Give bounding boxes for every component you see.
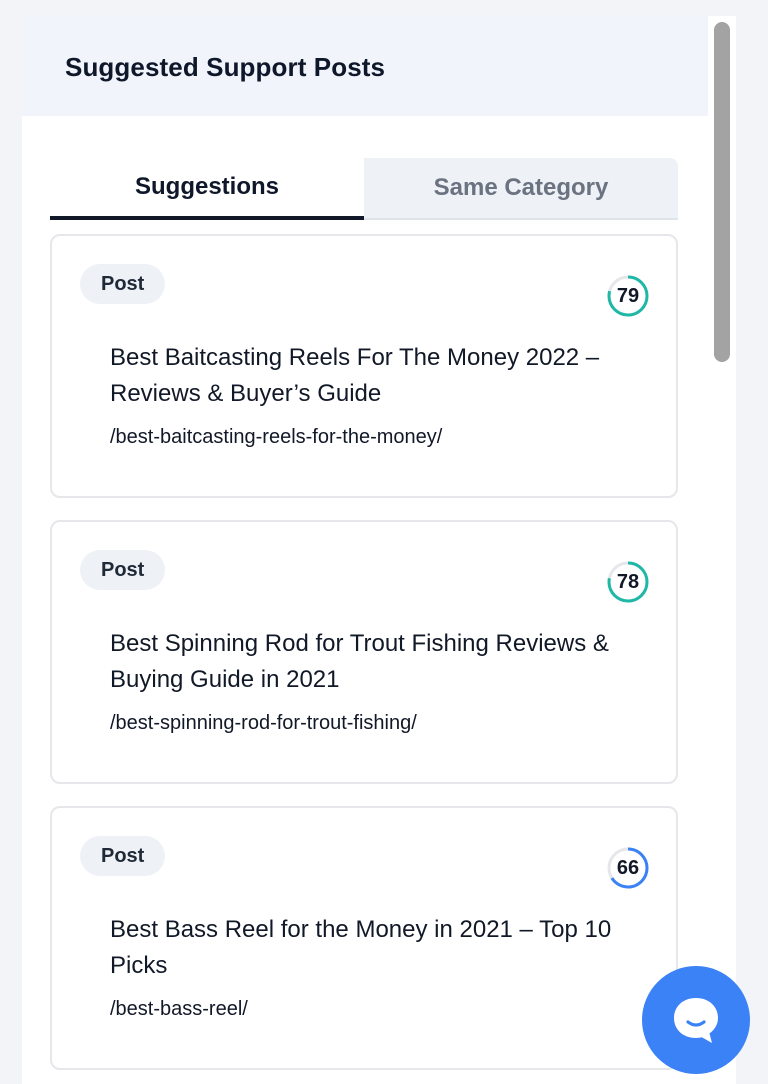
suggested-posts-panel: Suggested Support Posts Suggestions Same… [22, 16, 708, 1084]
panel-title: Suggested Support Posts [65, 52, 386, 82]
score-ring: 66 [606, 846, 650, 890]
post-url[interactable]: /best-spinning-rod-for-trout-fishing/ [110, 712, 417, 735]
score-ring: 79 [606, 274, 650, 318]
post-title[interactable]: Best Bass Reel for the Money in 2021 – T… [110, 912, 630, 984]
post-card[interactable]: Post 78 Best Spinning Rod for Trout Fish… [50, 520, 678, 784]
tab-suggestions[interactable]: Suggestions [50, 158, 364, 220]
post-title[interactable]: Best Baitcasting Reels For The Money 202… [110, 340, 630, 412]
tab-bar: Suggestions Same Category [50, 158, 678, 220]
post-url[interactable]: /best-baitcasting-reels-for-the-money/ [110, 426, 442, 449]
score-value: 78 [616, 570, 640, 593]
post-type-badge: Post [80, 550, 166, 590]
post-card[interactable]: Post 66 Best Bass Reel for the Money in … [50, 806, 678, 1070]
post-card[interactable]: Post 79 Best Baitcasting Reels For The M… [50, 234, 678, 498]
score-value: 79 [616, 284, 640, 307]
chat-bubble-icon [674, 998, 718, 1043]
score-ring: 78 [606, 560, 650, 604]
tab-same-category[interactable]: Same Category [364, 158, 678, 220]
panel-header: Suggested Support Posts [22, 16, 708, 116]
post-type-badge: Post [80, 836, 166, 876]
scrollbar-thumb[interactable] [714, 22, 730, 362]
chat-button[interactable] [642, 966, 750, 1074]
post-type-badge: Post [80, 264, 166, 304]
post-title[interactable]: Best Spinning Rod for Trout Fishing Revi… [110, 626, 630, 698]
post-url[interactable]: /best-bass-reel/ [110, 998, 248, 1021]
score-value: 66 [616, 856, 640, 879]
